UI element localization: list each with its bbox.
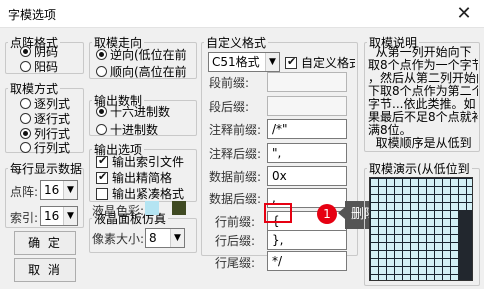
checkbox-custom-format[interactable]: 自定义格式 [285,54,355,71]
radio-icon [20,113,31,124]
per-line-legend: 每行显示数据 [10,162,82,176]
checkbox-label: 输出精简格 [112,171,173,185]
close-icon[interactable]: ✕ [444,0,484,28]
radio-icon [20,142,31,153]
radio-label: 逆向(低位在前 [110,48,187,62]
custom-format-legend: 自定义格式 [206,36,267,50]
radio-label: 阳码 [34,60,59,74]
radio-decimal[interactable]: 十进制数 [96,121,158,138]
lcd-light-color-swatch[interactable] [145,201,159,215]
line-suffix-input[interactable]: }, [267,230,347,250]
dots-per-line-label: 点阵: [10,185,39,199]
checkbox-icon [285,55,297,69]
chevron-down-icon: ▼ [63,207,77,225]
data-prefix-input[interactable]: 0x [267,166,347,186]
title-bar: 字模选项 ✕ [0,0,484,28]
comment-suffix-label: 注释后缀: [209,147,262,161]
radio-icon [96,106,107,117]
segment-prefix-label: 段前缀: [209,76,250,90]
checkbox-label: 自定义格式 [301,56,355,70]
lcd-color-label: 液晶色彩: [92,204,145,218]
line-end-input[interactable]: */ [267,251,347,271]
select-value: 8 [149,231,157,245]
line-prefix-label: 行前缀: [215,215,256,229]
data-prefix-label: 数据前缀: [209,170,262,184]
window-title: 字模选项 [8,8,57,22]
radio-reverse-low-first[interactable]: 逆向(低位在前 [96,46,196,63]
data-suffix-label: 数据后缀: [209,192,262,206]
callout-arrow-icon [338,207,345,219]
chevron-down-icon: ▼ [63,181,77,199]
radio-icon [20,128,31,139]
radio-icon [20,46,31,57]
radio-icon [20,61,31,72]
radio-yang-code[interactable]: 阳码 [20,58,58,75]
index-per-line-select[interactable]: 16 ▼ [40,206,78,226]
line-suffix-label: 行后缀: [215,234,256,248]
radio-icon [96,124,107,135]
demo-legend: 取模演示(从低位到 [369,162,470,176]
radio-row-column[interactable]: 行列式 [20,139,70,156]
format-select[interactable]: C51格式 ▼ [208,52,280,72]
annotation-number-badge: 1 [317,204,337,224]
checkbox-output-index-file[interactable]: 输出索引文件 [96,153,194,170]
index-per-line-label: 索引: [10,211,39,225]
ok-button[interactable]: 确 定 [14,231,76,255]
chevron-down-icon: ▼ [170,229,184,247]
demo-filled-pixels [458,210,472,280]
radio-icon [20,98,31,109]
comment-prefix-label: 注释前缀: [209,123,262,137]
radio-forward-high-first[interactable]: 顺向(高位在前 [96,63,196,80]
checkbox-output-compact[interactable]: 输出精简格 [96,169,194,186]
radio-label: 十六进制数 [110,105,171,119]
radio-hex[interactable]: 十六进制数 [96,103,170,120]
checkbox-label: 输出索引文件 [112,155,185,169]
demo-pixel-grid [369,177,473,281]
checkbox-output-tight[interactable]: 输出紧凑格式 [96,185,194,202]
description-text: 从第一列开始向下 取8个点作为一个字节 ，然后从第二列开始向 下取8个点作为第二… [368,46,478,150]
select-value: C51格式 [212,55,260,69]
radio-label: 十进制数 [110,123,159,137]
checkbox-icon [96,170,108,184]
cancel-button[interactable]: 取 消 [14,258,76,282]
segment-suffix-input[interactable] [267,96,347,116]
radio-label: 顺向(高位在前 [110,65,187,79]
line-end-label: 行尾缀: [215,256,256,270]
comment-suffix-input[interactable]: ", [267,143,347,163]
checkbox-label: 输出紧凑格式 [112,187,185,201]
radio-icon [96,66,107,77]
radio-icon [96,49,107,60]
checkbox-icon [96,187,108,200]
dots-per-line-select[interactable]: 16 ▼ [40,180,78,200]
radio-label: 行列式 [34,141,71,155]
lcd-dark-color-swatch[interactable] [172,201,186,215]
checkbox-icon [96,154,108,168]
chevron-down-icon: ▼ [265,53,279,71]
font-options-dialog: 字模选项 ✕ 点阵格式 阴码 阳码 取模方式 逐列式 逐行式 列行式 行列式 每… [0,0,484,289]
segment-suffix-label: 段后缀: [209,100,250,114]
select-value: 16 [44,183,60,197]
line-prefix-highlight [264,203,292,223]
segment-prefix-input[interactable] [267,72,347,92]
comment-prefix-input[interactable]: /*" [267,119,347,139]
select-value: 16 [44,209,60,223]
pixel-size-select[interactable]: 8 ▼ [145,228,185,248]
pixel-size-label: 像素大小: [92,232,145,246]
